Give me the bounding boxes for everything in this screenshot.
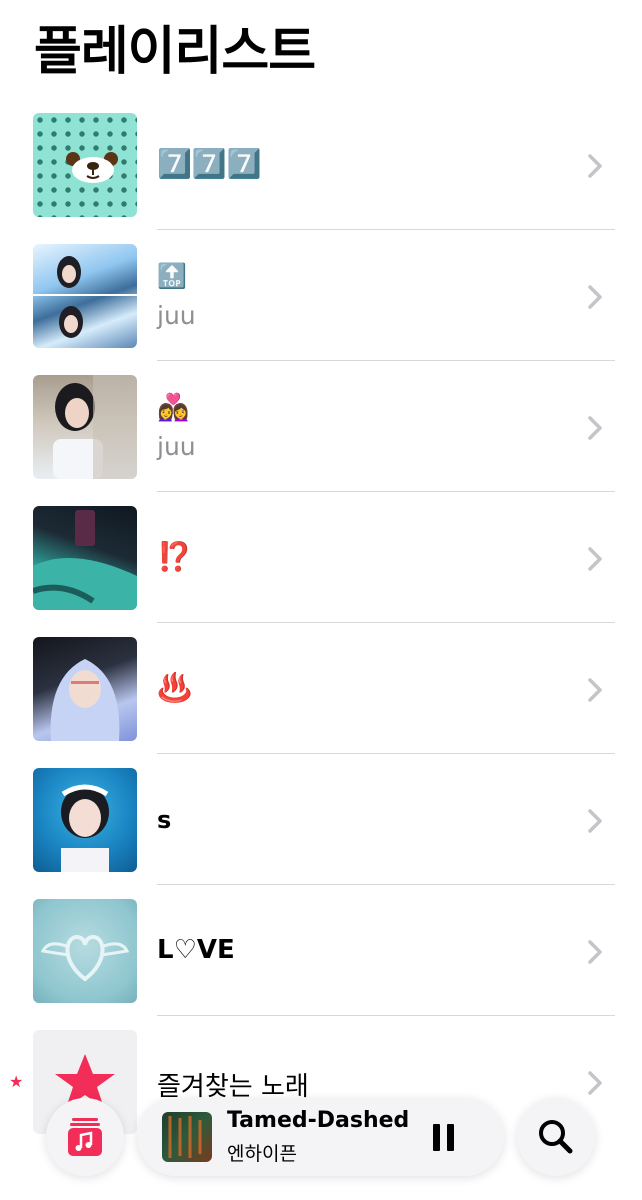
playlist-title: L♡VE: [157, 935, 235, 965]
page-title: 플레이리스트: [34, 22, 316, 82]
chevron-right-icon: [588, 940, 602, 964]
music-note-stack-icon: [68, 1118, 102, 1156]
row-divider: [157, 884, 615, 885]
chevron-right-icon: [588, 547, 602, 571]
playlist-title: 👩‍❤️‍👩: [157, 393, 190, 423]
playlist-artwork: [33, 375, 137, 479]
playlist-row[interactable]: L♡VE: [0, 899, 642, 1030]
chevron-right-icon: [588, 809, 602, 833]
playlist-artwork: [33, 899, 137, 1003]
pause-icon[interactable]: [433, 1124, 455, 1151]
playlist-row[interactable]: 🔝 juu: [0, 244, 642, 375]
album-artwork: [162, 1112, 212, 1162]
playlist-subtitle: juu: [157, 301, 196, 330]
search-icon: [539, 1120, 573, 1154]
person-photo-icon: [61, 784, 109, 872]
bear-face-icon: [66, 152, 118, 183]
song-title: Tamed-Dashed: [227, 1108, 410, 1133]
row-divider: [157, 491, 615, 492]
phone-photo-icon: [33, 510, 137, 610]
playlist-artwork: [33, 637, 137, 741]
mini-player[interactable]: Tamed-Dashed 엔하이픈: [137, 1098, 504, 1176]
playlist-title: s: [157, 806, 172, 834]
playlist-artwork: [33, 506, 137, 610]
row-divider: [157, 229, 615, 230]
playlist-row[interactable]: 👩‍❤️‍👩 juu: [0, 375, 642, 506]
playlist-row[interactable]: s: [0, 768, 642, 899]
playlist-artwork: [33, 768, 137, 872]
playlist-title: ♨️: [157, 671, 192, 704]
chevron-right-icon: [588, 416, 602, 440]
artist-name: 엔하이픈: [227, 1143, 297, 1165]
playlist-row[interactable]: 7️⃣7️⃣7️⃣: [0, 113, 642, 244]
playlist-artwork: [33, 113, 137, 217]
playlist-title: 7️⃣7️⃣7️⃣: [157, 147, 262, 180]
row-divider: [157, 1015, 615, 1016]
row-divider: [157, 753, 615, 754]
row-divider: [157, 622, 615, 623]
person-photo-icon: [53, 375, 137, 479]
star-icon: ★: [9, 1072, 24, 1091]
playlist-row[interactable]: ⁉️: [0, 506, 642, 637]
playlist-artwork: [33, 244, 137, 348]
album-art-pattern: [168, 1116, 202, 1158]
row-divider: [157, 360, 615, 361]
person-photo-icon: [50, 659, 120, 741]
playlist-subtitle: juu: [157, 432, 196, 461]
chevron-right-icon: [588, 678, 602, 702]
playlist-title: 🔝: [157, 262, 187, 290]
chevron-right-icon: [588, 285, 602, 309]
search-button[interactable]: [517, 1098, 595, 1176]
chevron-right-icon: [588, 1071, 602, 1095]
winged-heart-icon: [40, 934, 130, 982]
photo-collage-icon: [33, 256, 137, 338]
playlist-list: 7️⃣7️⃣7️⃣ 🔝 juu 👩: [0, 113, 642, 1161]
chevron-right-icon: [588, 154, 602, 178]
playlist-title: ⁉️: [157, 540, 192, 573]
playlist-row[interactable]: ♨️: [0, 637, 642, 768]
library-button[interactable]: [46, 1098, 124, 1176]
